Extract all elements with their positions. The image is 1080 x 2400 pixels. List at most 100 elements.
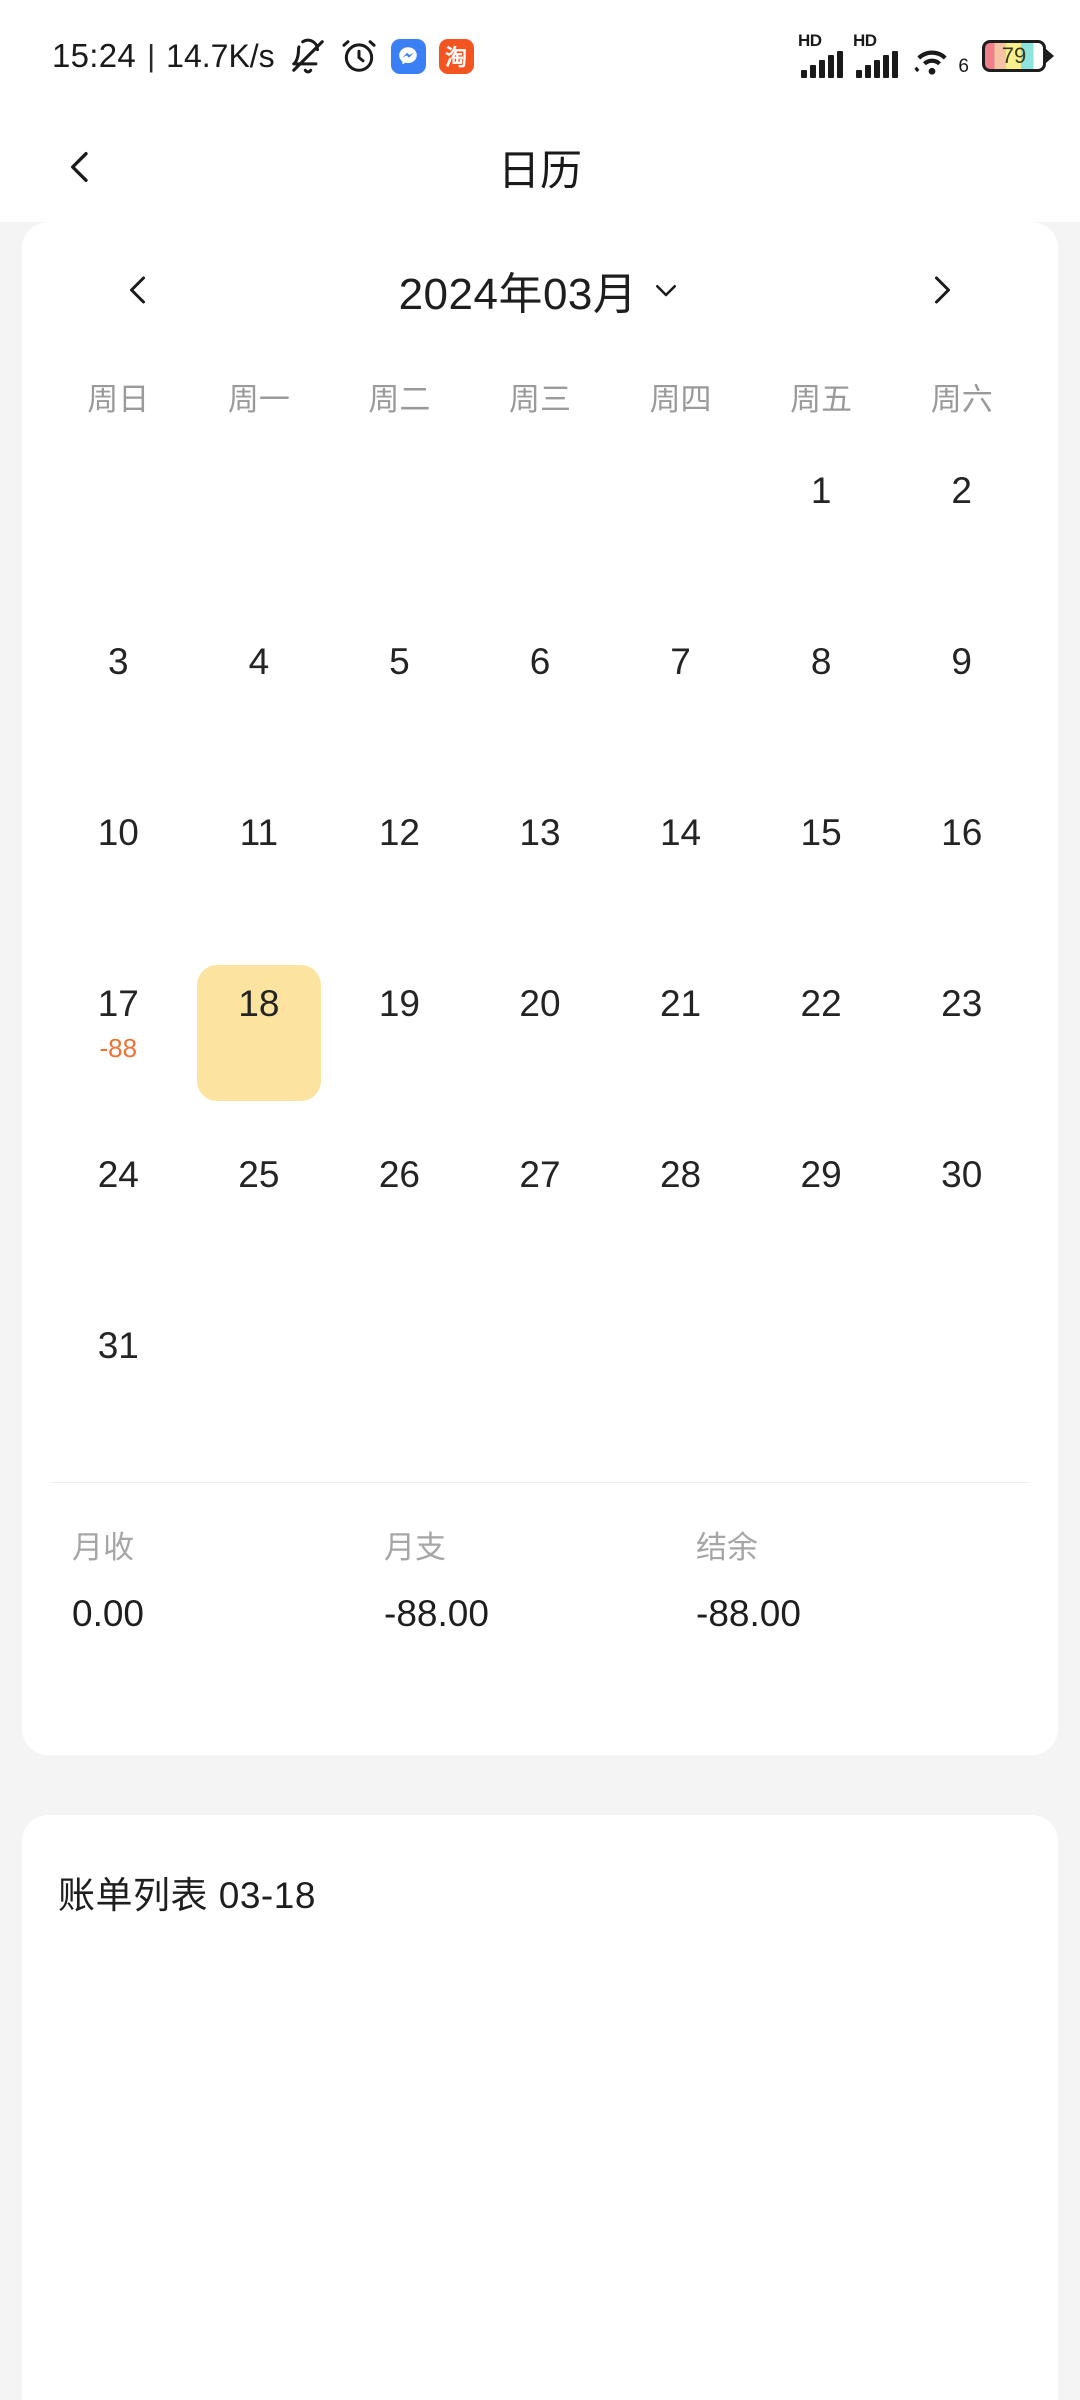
day-number: 17 [97, 983, 139, 1024]
day-cell[interactable]: 20 [470, 965, 611, 1136]
day-number: 1 [810, 470, 832, 511]
day-cell[interactable]: 4 [189, 623, 330, 794]
weekday-label: 周六 [930, 381, 993, 417]
day-number: 11 [239, 812, 279, 853]
day-cell[interactable]: 17 -88 [48, 965, 189, 1136]
day-number: 23 [941, 983, 983, 1024]
chevron-left-icon [71, 152, 88, 182]
summary-value: -88.00 [384, 1593, 489, 1634]
day-cell[interactable]: 27 [470, 1136, 611, 1307]
calendar-card: 2024年03月 周日 周一 周二 周三 周四 周五 周六 1 2 3 4 5 6 7 8 9 10 11 12 1… [22, 222, 1058, 1755]
day-cell[interactable]: 2 [891, 452, 1032, 623]
weekday-label: 周二 [368, 381, 431, 417]
month-navigation: 2024年03月 [22, 222, 1058, 358]
signal-bars-sim1-icon: HD [798, 32, 843, 78]
day-cell[interactable]: 25 [189, 1136, 330, 1307]
day-cell[interactable]: 11 [189, 794, 330, 965]
day-number: 27 [519, 1154, 561, 1195]
day-number: 12 [378, 812, 420, 853]
day-cell[interactable]: 24 [48, 1136, 189, 1307]
weekday-label: 周一 [227, 381, 290, 417]
day-number: 30 [941, 1154, 983, 1195]
day-cell[interactable]: 19 [329, 965, 470, 1136]
summary-label: 结余 [696, 1530, 758, 1565]
day-cell[interactable]: 29 [751, 1136, 892, 1307]
day-number: 6 [529, 641, 551, 682]
day-number: 25 [238, 1154, 280, 1195]
day-cell[interactable]: 16 [891, 794, 1032, 965]
back-button[interactable] [46, 132, 116, 202]
weekday-label: 周四 [649, 381, 712, 417]
day-number: 20 [519, 983, 561, 1024]
chevron-down-icon [656, 285, 677, 297]
page-title: 日历 [497, 146, 582, 194]
day-number: 5 [389, 641, 410, 682]
next-month-button[interactable] [902, 251, 980, 329]
wifi-icon: 6 [911, 36, 969, 77]
signal-bars-sim2-icon: HD [853, 32, 898, 78]
day-number: 13 [519, 812, 561, 853]
day-number: 21 [659, 983, 702, 1024]
prev-month-button[interactable] [100, 251, 178, 329]
day-cell[interactable]: 30 [891, 1136, 1032, 1307]
battery-indicator: 79 [982, 40, 1046, 72]
day-cell-empty [189, 452, 330, 623]
day-amount: -88 [99, 1033, 138, 1063]
status-bar: 15:24 | 14.7K/s 淘 HD HD 6 79 [0, 0, 1080, 112]
app-header: 日历 [0, 112, 1080, 222]
day-number: 22 [800, 983, 842, 1024]
day-cell[interactable]: 14 [610, 794, 751, 965]
network-speed: 14.7K/s [166, 37, 275, 74]
weekday-label: 周五 [790, 381, 853, 417]
day-cell[interactable]: 10 [48, 794, 189, 965]
day-cell[interactable]: 18 [189, 965, 330, 1136]
day-number: 8 [810, 641, 832, 682]
bill-list-title: 账单列表 03-18 [58, 1875, 316, 1916]
day-number: 15 [800, 812, 842, 853]
status-bar-left: 15:24 | 14.7K/s 淘 [52, 37, 474, 75]
day-cell[interactable]: 21 [610, 965, 751, 1136]
day-cell[interactable]: 28 [610, 1136, 751, 1307]
day-cell[interactable]: 9 [891, 623, 1032, 794]
day-grid: 1 2 3 4 5 6 7 8 9 10 11 12 13 14 15 16 17 -88 18 19 20 21 22 23… [22, 452, 1058, 1478]
day-cell[interactable]: 12 [329, 794, 470, 965]
taobao-app-icon: 淘 [438, 38, 474, 74]
day-cell-empty [48, 452, 189, 623]
day-cell[interactable]: 8 [751, 623, 892, 794]
day-cell[interactable]: 22 [751, 965, 892, 1136]
day-cell[interactable]: 26 [329, 1136, 470, 1307]
day-cell[interactable]: 15 [751, 794, 892, 965]
messenger-app-icon [390, 38, 426, 74]
day-cell[interactable]: 13 [470, 794, 611, 965]
month-picker[interactable]: 2024年03月 [399, 258, 682, 322]
day-cell[interactable]: 23 [891, 965, 1032, 1136]
day-number: 4 [248, 641, 270, 682]
day-number: 28 [659, 1154, 702, 1195]
day-cell[interactable]: 6 [470, 623, 611, 794]
day-cell-empty [610, 452, 751, 623]
chevron-right-icon [935, 276, 950, 304]
summary-column: 月收 0.00 [72, 1522, 384, 1635]
status-separator: | [147, 38, 156, 73]
app-screen: 15:24 | 14.7K/s 淘 HD HD 6 79 日历 2024年03月… [0, 0, 1080, 2400]
day-cell[interactable]: 7 [610, 623, 751, 794]
day-number: 26 [378, 1154, 420, 1195]
summary-divider [50, 1482, 1030, 1483]
month-summary: 月收 0.00 月支 -88.00 结余 -88.00 [22, 1522, 1058, 1635]
summary-label: 月支 [384, 1530, 446, 1565]
day-number: 29 [800, 1154, 842, 1195]
day-number: 7 [670, 641, 691, 682]
weekday-label: 周日 [87, 381, 150, 417]
month-title: 2024年03月 [398, 270, 638, 319]
bill-list-card: 账单列表 03-18 [22, 1815, 1058, 2400]
wifi-generation-label: 6 [958, 56, 969, 77]
day-cell[interactable]: 3 [48, 623, 189, 794]
status-bar-right: HD HD 6 79 [798, 32, 1046, 78]
summary-value: -88.00 [696, 1593, 801, 1634]
battery-level-label: 79 [1001, 43, 1027, 68]
status-time: 15:24 [52, 37, 137, 74]
day-cell[interactable]: 5 [329, 623, 470, 794]
day-cell[interactable]: 1 [751, 452, 892, 623]
day-number: 16 [941, 812, 983, 853]
day-cell[interactable]: 31 [48, 1307, 189, 1478]
